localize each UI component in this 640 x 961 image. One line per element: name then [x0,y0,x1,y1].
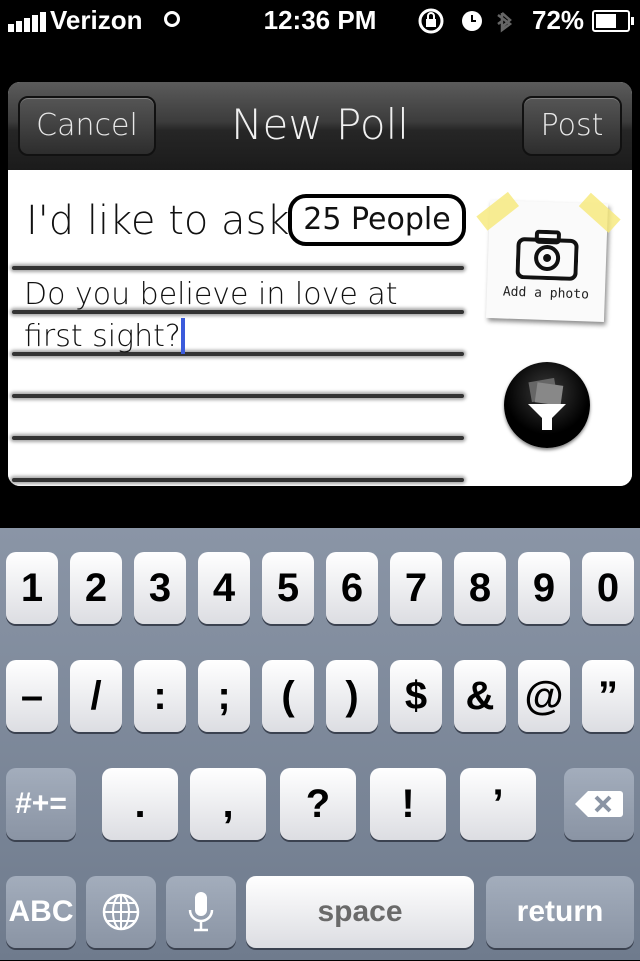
key-2[interactable]: 2 [70,552,122,624]
question-text: Do you believe in love at first sight? [24,277,398,354]
key-quote[interactable]: ” [582,660,634,732]
orientation-lock-icon [418,8,444,34]
key-slash[interactable]: / [70,660,122,732]
filter-button[interactable] [504,362,590,448]
new-poll-card: Cancel New Poll Post I'd like to ask 25 … [8,82,632,486]
dictation-key[interactable] [166,876,236,948]
key-ampersand[interactable]: & [454,660,506,732]
key-7[interactable]: 7 [390,552,442,624]
key-period[interactable]: . [102,768,178,840]
battery-percent: 72% [532,5,585,35]
key-exclamation[interactable]: ! [370,768,446,840]
key-apostrophe[interactable]: ’ [460,768,536,840]
backspace-key[interactable] [564,768,634,840]
key-8[interactable]: 8 [454,552,506,624]
key-comma[interactable]: , [190,768,266,840]
backspace-icon [575,791,623,817]
key-1[interactable]: 1 [6,552,58,624]
tape-right [578,192,621,233]
alarm-icon [462,11,482,31]
bluetooth-icon [497,12,513,33]
microphone-icon [188,892,214,932]
key-close-paren[interactable]: ) [326,660,378,732]
key-open-paren[interactable]: ( [262,660,314,732]
globe-key[interactable] [86,876,156,948]
nav-bar: Cancel New Poll Post [8,82,632,170]
key-question[interactable]: ? [280,768,356,840]
camera-icon [515,229,579,281]
filter-icon [528,378,566,430]
globe-icon [102,893,140,931]
space-key[interactable]: space [246,876,474,948]
post-button[interactable]: Post [522,96,622,156]
key-dollar[interactable]: $ [390,660,442,732]
symbols-toggle-key[interactable]: #+= [6,768,76,840]
ask-label: I'd like to ask [26,198,290,244]
add-photo-label: Add a photo [502,284,590,303]
key-colon[interactable]: : [134,660,186,732]
key-3[interactable]: 3 [134,552,186,624]
audience-selector[interactable]: 25 People [288,194,466,246]
return-key[interactable]: return [486,876,634,948]
status-bar: Verizon 12:36 PM 72% [0,0,640,40]
key-9[interactable]: 9 [518,552,570,624]
key-0[interactable]: 0 [582,552,634,624]
abc-key[interactable]: ABC [6,876,76,948]
key-dash[interactable]: – [6,660,58,732]
text-cursor [180,318,185,354]
status-icons [418,8,513,34]
key-semicolon[interactable]: ; [198,660,250,732]
tape-left [476,191,520,231]
battery-icon [592,10,634,32]
key-4[interactable]: 4 [198,552,250,624]
question-input[interactable]: Do you believe in love at first sight? [24,274,464,358]
key-5[interactable]: 5 [262,552,314,624]
poll-form: I'd like to ask 25 People Do you believe… [8,170,632,486]
add-photo-button[interactable]: Add a photo [476,191,621,323]
keyboard: 1 2 3 4 5 6 7 8 9 0 – / : ; ( ) $ & @ ” … [0,528,640,960]
key-at[interactable]: @ [518,660,570,732]
key-6[interactable]: 6 [326,552,378,624]
